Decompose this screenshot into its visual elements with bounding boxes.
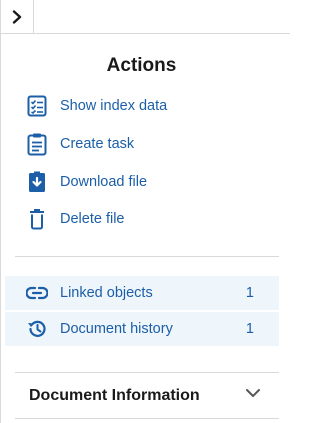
document-history-count: 1 (245, 321, 254, 337)
document-history-label: Document history (60, 321, 173, 337)
divider (15, 256, 279, 257)
divider (15, 418, 279, 419)
chevron-right-icon (12, 10, 22, 24)
chevron-down-icon (246, 389, 260, 397)
actions-title: Actions (106, 55, 177, 76)
checklist-icon (25, 94, 49, 118)
panel-toolbar (1, 0, 290, 34)
linked-objects-count: 1 (245, 285, 254, 301)
trash-icon (25, 207, 49, 231)
show-index-data-action[interactable]: Show index data (25, 92, 167, 120)
divider (15, 372, 279, 373)
delete-file-action[interactable]: Delete file (25, 205, 124, 233)
document-information-label: Document Information (29, 387, 200, 404)
action-label: Create task (60, 136, 135, 152)
clipboard-icon (25, 132, 49, 156)
collapse-panel-button[interactable] (1, 0, 34, 34)
link-icon (25, 281, 49, 305)
create-task-action[interactable]: Create task (25, 130, 134, 158)
linked-objects-label: Linked objects (60, 285, 153, 301)
download-file-action[interactable]: Download file (25, 168, 147, 196)
document-information-toggle[interactable]: Document Information (15, 374, 279, 418)
action-label: Download file (60, 174, 148, 190)
action-label: Delete file (60, 211, 125, 227)
download-icon (25, 170, 49, 194)
side-panel: Actions Show index data Create task Down… (0, 0, 290, 423)
action-label: Show index data (60, 98, 168, 114)
linked-objects-row[interactable]: Linked objects 1 (5, 276, 279, 310)
history-icon (25, 317, 49, 341)
document-history-row[interactable]: Document history 1 (5, 312, 279, 346)
